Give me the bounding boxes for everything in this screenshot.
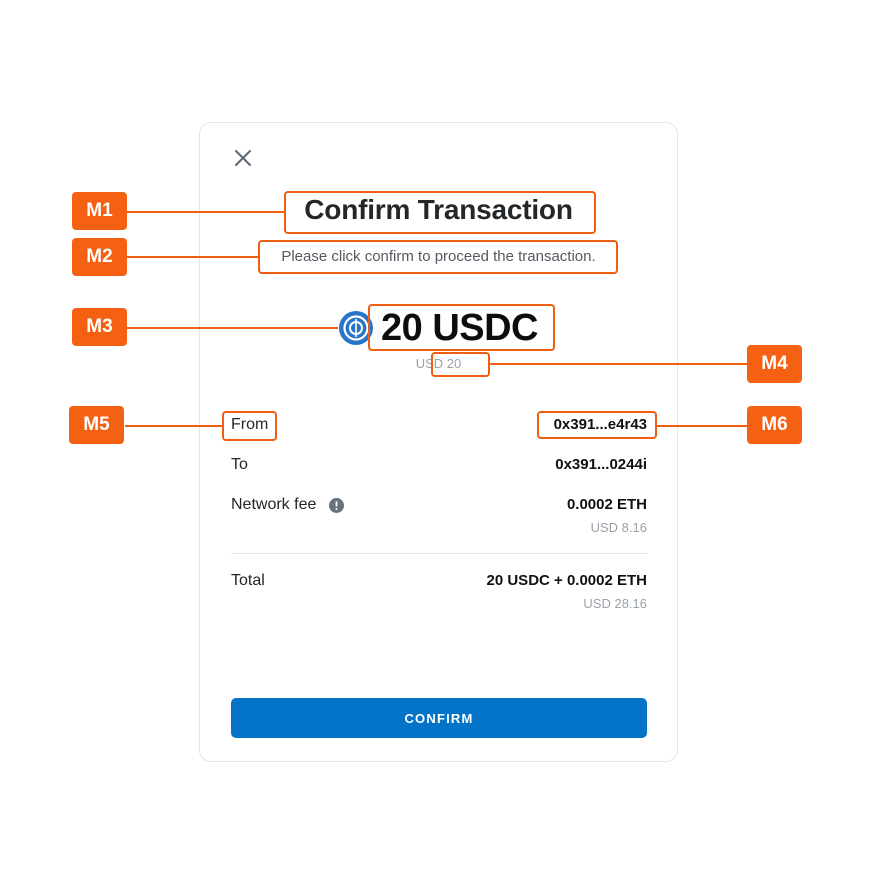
m6-leader	[657, 425, 747, 427]
m6-highlight	[537, 411, 657, 439]
network-fee-label: Network fee	[231, 496, 317, 513]
close-icon[interactable]	[234, 149, 252, 167]
m5-leader	[125, 425, 222, 427]
to-address: 0x391...0244i	[555, 456, 647, 473]
m4-leader	[490, 363, 747, 365]
m2-highlight	[258, 240, 618, 274]
m1-highlight	[284, 191, 596, 234]
marker-m6: M6	[747, 406, 802, 444]
m2-leader	[127, 256, 258, 258]
m3-highlight	[368, 304, 555, 351]
divider	[231, 553, 647, 554]
marker-m5: M5	[69, 406, 124, 444]
total-label: Total	[231, 572, 265, 589]
total-value: 20 USDC + 0.0002 ETH	[486, 572, 648, 589]
marker-m2: M2	[72, 238, 127, 276]
m1-leader	[127, 211, 284, 213]
m5-highlight	[222, 411, 277, 441]
confirm-button[interactable]: CONFIRM	[231, 698, 647, 738]
network-fee-value: 0.0002 ETH	[566, 496, 647, 513]
marker-m1: M1	[72, 192, 127, 230]
network-fee-usd: USD 8.16	[590, 520, 647, 535]
stage: Confirm Transaction Please click confirm…	[0, 0, 877, 883]
total-usd: USD 28.16	[583, 596, 647, 611]
marker-m4: M4	[747, 345, 802, 383]
m4-highlight	[431, 352, 490, 377]
to-label: To	[231, 456, 248, 473]
m3-leader	[127, 327, 338, 329]
info-icon[interactable]	[329, 498, 344, 513]
marker-m3: M3	[72, 308, 127, 346]
